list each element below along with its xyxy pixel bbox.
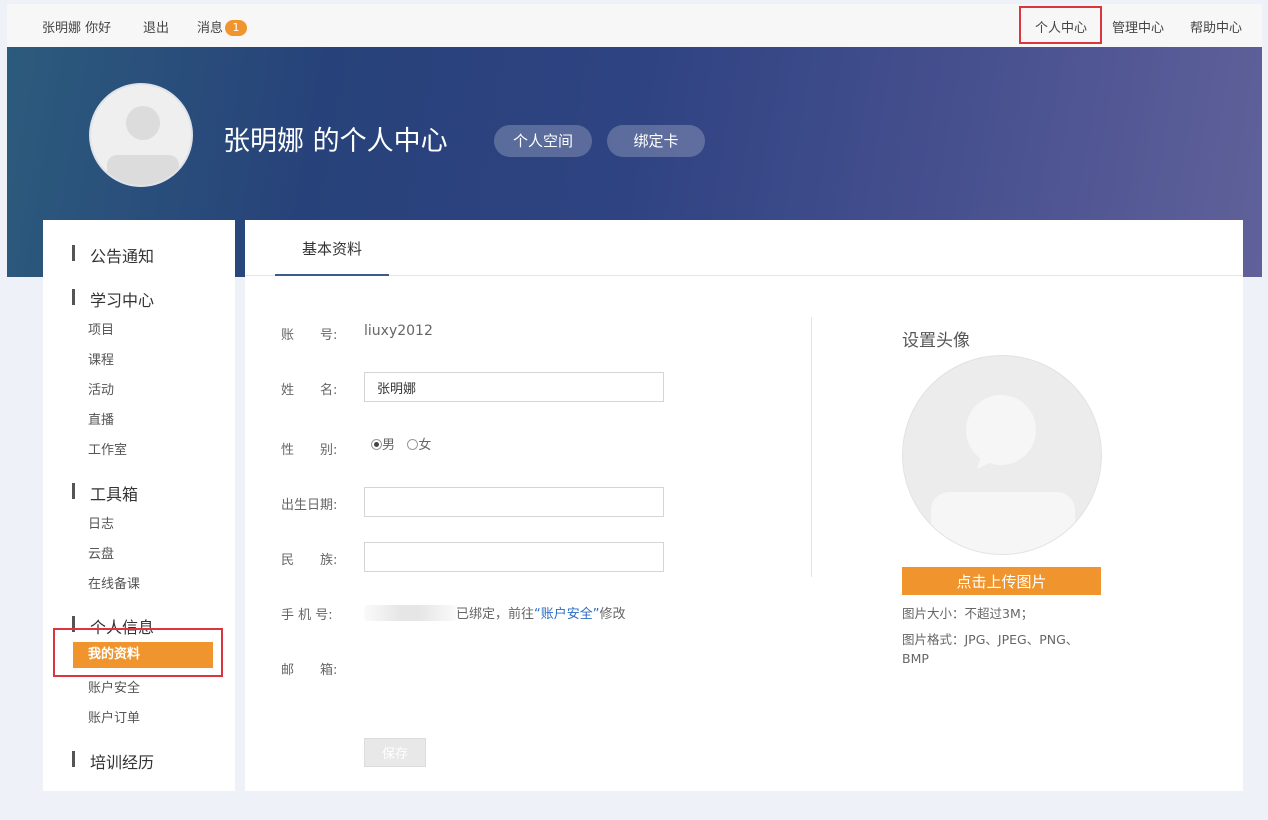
sidebar: 公告通知 学习中心 项目 课程 活动 直播 工作室 工具箱 日志 云盘 在线备课… (43, 220, 235, 791)
image-size-tip: 图片大小：不超过3M； (902, 606, 1034, 621)
logout-link[interactable]: 退出 (143, 17, 169, 36)
sidebar-section-learning: 学习中心 (72, 287, 154, 311)
highlight-box-my-profile (53, 628, 223, 677)
sidebar-section-training-history[interactable]: 培训经历 (72, 749, 154, 773)
bind-card-button[interactable]: 绑定卡 (607, 125, 705, 157)
avatar-placeholder-icon (931, 395, 1075, 554)
phone-masked-value (364, 605, 456, 621)
vertical-divider (811, 317, 812, 577)
gender-options: 男 女 (371, 434, 431, 453)
messages-link[interactable]: 消息 1 (197, 17, 248, 36)
save-button[interactable]: 保存 (364, 738, 426, 767)
ethnicity-input[interactable] (364, 542, 664, 572)
banner-title: 张明娜 的个人中心 (223, 126, 448, 157)
sidebar-item-cloud-drive[interactable]: 云盘 (88, 543, 114, 562)
gender-male-label: 男 (382, 438, 396, 453)
name-label: 姓 名: (281, 383, 338, 398)
birthday-input[interactable] (364, 487, 664, 517)
ethnicity-label: 民 族: (281, 553, 338, 568)
image-format-tip: 图片格式：JPG、JPEG、PNG、BMP (902, 632, 1079, 666)
tab-divider (245, 275, 1243, 276)
nav-help-center[interactable]: 帮助中心 (1190, 17, 1242, 36)
tab-basic-info[interactable]: 基本资料 (275, 220, 389, 276)
user-placeholder-icon (107, 106, 179, 185)
sidebar-item-live[interactable]: 直播 (88, 409, 114, 428)
name-input[interactable] (364, 372, 664, 402)
phone-row: 已绑定，前往“账户安全”修改 (364, 603, 626, 622)
sidebar-item-projects[interactable]: 项目 (88, 319, 114, 338)
sidebar-section-toolbox: 工具箱 (72, 481, 138, 505)
account-label: 账 号: (281, 328, 338, 343)
personal-space-button[interactable]: 个人空间 (494, 125, 592, 157)
email-label: 邮 箱: (281, 663, 338, 678)
sidebar-item-studio[interactable]: 工作室 (88, 439, 127, 458)
gender-female-label: 女 (418, 438, 432, 453)
avatar-section-title: 设置头像 (902, 331, 970, 351)
gender-female-radio[interactable] (407, 439, 419, 450)
sidebar-item-journal[interactable]: 日志 (88, 513, 114, 532)
highlight-box-personal-center (1019, 6, 1102, 44)
gender-label: 性 别: (281, 443, 338, 458)
avatar-preview (902, 355, 1102, 555)
sidebar-item-account-orders[interactable]: 账户订单 (88, 707, 140, 726)
birthday-label: 出生日期: (281, 498, 338, 513)
greeting-text: 张明娜 你好 (42, 21, 112, 36)
message-count-badge: 1 (225, 20, 248, 36)
main-panel: 基本资料 账 号: liuxy2012 姓 名: 性 别: 男 女 出生日期: … (245, 220, 1243, 791)
sidebar-item-account-security[interactable]: 账户安全 (88, 677, 140, 696)
account-value: liuxy2012 (364, 323, 433, 339)
sidebar-item-courses[interactable]: 课程 (88, 349, 114, 368)
sidebar-item-activities[interactable]: 活动 (88, 379, 114, 398)
banner-avatar (89, 83, 193, 187)
account-security-link[interactable]: “账户安全” (534, 607, 599, 622)
phone-modify-text: 修改 (599, 607, 626, 622)
upload-image-button[interactable]: 点击上传图片 (902, 567, 1101, 595)
sidebar-section-notices[interactable]: 公告通知 (72, 243, 154, 267)
phone-bound-text: 已绑定，前往 (456, 607, 535, 622)
nav-admin-center[interactable]: 管理中心 (1112, 17, 1164, 36)
phone-label: 手 机 号: (281, 608, 333, 623)
gender-male-radio[interactable] (371, 439, 382, 450)
messages-label: 消息 (197, 21, 224, 36)
sidebar-item-online-prep[interactable]: 在线备课 (88, 573, 140, 592)
